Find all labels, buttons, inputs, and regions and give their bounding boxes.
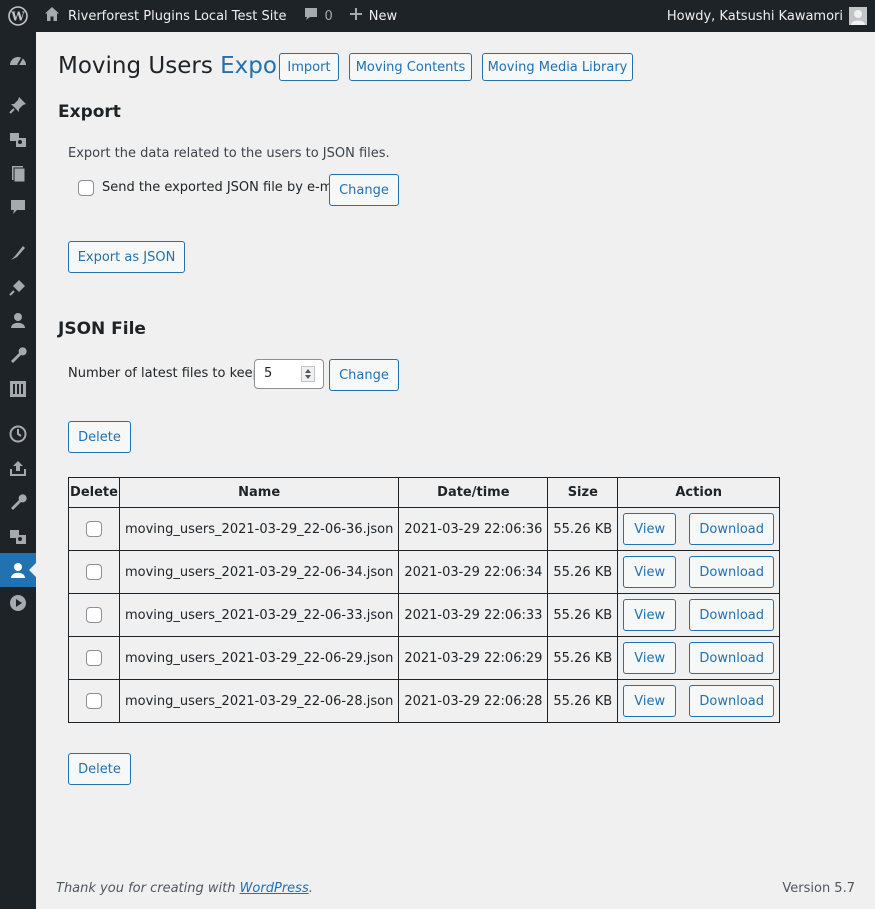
settings-icon[interactable]: [0, 372, 36, 406]
email-change-button[interactable]: Change: [329, 174, 399, 206]
row-delete-checkbox[interactable]: [86, 607, 102, 623]
footer-thanks-text: Thank you for creating with: [56, 881, 240, 896]
col-size: Size: [547, 477, 619, 508]
site-name: Riverforest Plugins Local Test Site: [68, 8, 287, 24]
tab-moving-media-library[interactable]: Moving Media Library: [482, 53, 633, 81]
file-size: 55.26 KB: [547, 593, 619, 637]
media-icon[interactable]: [0, 122, 36, 156]
play-icon[interactable]: [0, 586, 36, 620]
file-datetime: 2021-03-29 22:06:34: [398, 550, 549, 594]
wordpress-logo-icon[interactable]: W: [0, 0, 36, 32]
file-name: moving_users_2021-03-29_22-06-34.json: [118, 550, 400, 594]
page-title: Moving Users Export: [58, 53, 295, 79]
col-delete: Delete: [68, 477, 120, 508]
file-size: 55.26 KB: [547, 636, 619, 680]
comments-count: 0: [324, 8, 333, 24]
file-datetime: 2021-03-29 22:06:29: [398, 636, 549, 680]
wordpress-link[interactable]: WordPress: [240, 881, 309, 896]
site-name-link[interactable]: Riverforest Plugins Local Test Site: [36, 0, 295, 32]
users-icon[interactable]: [0, 303, 36, 337]
keep-change-button[interactable]: Change: [329, 359, 399, 391]
home-icon: [44, 6, 60, 26]
users-export-icon[interactable]: [0, 553, 36, 587]
user-menu[interactable]: Howdy, Katsushi Kawamori: [667, 0, 867, 32]
download-button[interactable]: Download: [689, 685, 775, 717]
footer-thanks-suffix: .: [308, 881, 313, 896]
comments-link[interactable]: 0: [295, 0, 341, 32]
keep-files-label: Number of latest files to keep :: [68, 366, 270, 381]
wrench-icon[interactable]: [0, 485, 36, 519]
file-datetime: 2021-03-29 22:06:36: [398, 507, 549, 551]
file-name: moving_users_2021-03-29_22-06-33.json: [118, 593, 400, 637]
json-file-heading: JSON File: [58, 319, 146, 339]
view-button[interactable]: View: [623, 599, 677, 631]
export-json-button[interactable]: Export as JSON: [68, 241, 185, 273]
col-action: Action: [617, 477, 781, 508]
download-button[interactable]: Download: [689, 599, 775, 631]
file-name: moving_users_2021-03-29_22-06-36.json: [118, 507, 400, 551]
new-content-link[interactable]: New: [341, 0, 405, 32]
col-datetime: Date/time: [398, 477, 549, 508]
pages-icon[interactable]: [0, 157, 36, 191]
media-library-icon[interactable]: [0, 519, 36, 553]
footer-version: Version 5.7: [782, 881, 855, 896]
file-size: 55.26 KB: [547, 679, 619, 723]
new-label: New: [368, 8, 398, 24]
file-size: 55.26 KB: [547, 507, 619, 551]
comments-icon[interactable]: [0, 190, 36, 224]
main-content: Moving Users Export Import Moving Conten…: [36, 32, 875, 909]
col-name: Name: [118, 477, 400, 508]
files-table: Delete Name Date/time Size Action moving…: [68, 477, 781, 723]
export-heading: Export: [58, 102, 121, 122]
clock-icon[interactable]: [0, 417, 36, 451]
keep-files-value: 5: [264, 366, 273, 381]
table-row: moving_users_2021-03-29_22-06-28.json 20…: [68, 679, 781, 723]
tools-icon[interactable]: [0, 338, 36, 372]
plugins-icon[interactable]: [0, 270, 36, 304]
row-delete-checkbox[interactable]: [86, 693, 102, 709]
view-button[interactable]: View: [623, 556, 677, 588]
plus-icon: [349, 7, 363, 25]
svg-text:W: W: [10, 10, 25, 24]
admin-bar: W Riverforest Plugins Local Test Site 0 …: [0, 0, 875, 32]
delete-button-bottom[interactable]: Delete: [68, 753, 131, 785]
dashboard-icon[interactable]: [0, 44, 36, 78]
page-title-text: Moving Users: [58, 53, 213, 79]
download-button[interactable]: Download: [689, 513, 775, 545]
admin-sidebar: [0, 32, 36, 909]
table-row: moving_users_2021-03-29_22-06-36.json 20…: [68, 507, 781, 551]
tab-import[interactable]: Import: [279, 53, 339, 81]
table-row: moving_users_2021-03-29_22-06-34.json 20…: [68, 550, 781, 594]
download-button[interactable]: Download: [689, 556, 775, 588]
delete-button-top[interactable]: Delete: [68, 421, 131, 453]
row-delete-checkbox[interactable]: [86, 650, 102, 666]
table-row: moving_users_2021-03-29_22-06-33.json 20…: [68, 593, 781, 637]
pin-icon[interactable]: [0, 88, 36, 122]
row-delete-checkbox[interactable]: [86, 564, 102, 580]
view-button[interactable]: View: [623, 642, 677, 674]
email-checkbox-label: Send the exported JSON file by e-mail: [102, 180, 348, 195]
appearance-icon[interactable]: [0, 236, 36, 270]
comment-icon: [303, 6, 319, 26]
row-delete-checkbox[interactable]: [86, 521, 102, 537]
upload-icon[interactable]: [0, 451, 36, 485]
file-size: 55.26 KB: [547, 550, 619, 594]
file-datetime: 2021-03-29 22:06:33: [398, 593, 549, 637]
user-greeting: Howdy, Katsushi Kawamori: [666, 8, 843, 24]
view-button[interactable]: View: [623, 513, 677, 545]
file-datetime: 2021-03-29 22:06:28: [398, 679, 549, 723]
table-header-row: Delete Name Date/time Size Action: [68, 477, 781, 508]
export-description: Export the data related to the users to …: [68, 146, 390, 161]
file-name: moving_users_2021-03-29_22-06-29.json: [118, 636, 400, 680]
view-button[interactable]: View: [623, 685, 677, 717]
number-spinner-icon[interactable]: [301, 366, 315, 382]
tab-moving-contents[interactable]: Moving Contents: [349, 53, 472, 81]
footer-thanks: Thank you for creating with WordPress.: [56, 881, 313, 896]
keep-files-input[interactable]: 5: [254, 359, 324, 389]
download-button[interactable]: Download: [689, 642, 775, 674]
file-name: moving_users_2021-03-29_22-06-28.json: [118, 679, 400, 723]
email-checkbox[interactable]: [78, 180, 94, 196]
table-row: moving_users_2021-03-29_22-06-29.json 20…: [68, 636, 781, 680]
avatar: [849, 7, 867, 25]
